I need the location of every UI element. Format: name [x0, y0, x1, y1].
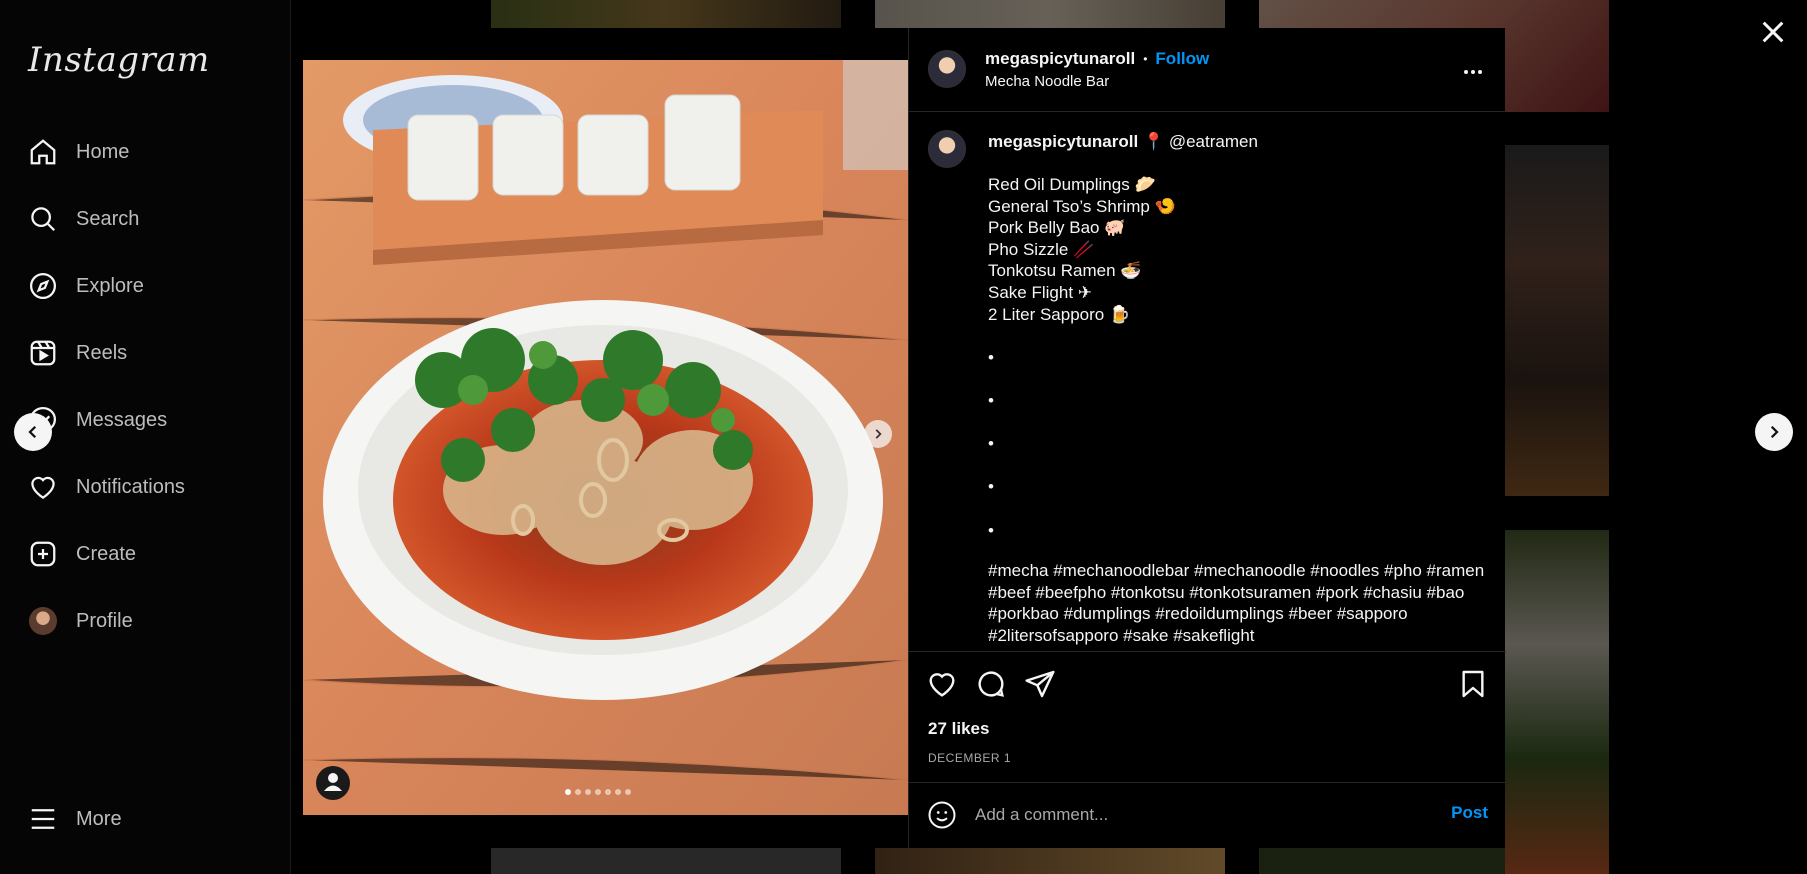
caption-line: Pork Belly Bao 🐖: [988, 218, 1126, 238]
caption-line: General Tso’s Shrimp 🍤: [988, 196, 1176, 216]
sidebar-item-notifications[interactable]: Notifications: [28, 467, 185, 507]
caption-line: •: [988, 347, 994, 367]
caption-mention[interactable]: 📍 @eatramen: [1143, 132, 1258, 151]
next-post-button[interactable]: [1755, 413, 1793, 451]
caption-line: [988, 412, 1488, 434]
caption-hashtags[interactable]: #mecha #mechanoodlebar #mechanoodle #noo…: [988, 560, 1488, 646]
comment-bar: Post: [909, 782, 1506, 847]
author-avatar[interactable]: [928, 50, 966, 88]
sidebar-item-label: Messages: [76, 408, 168, 431]
follow-button[interactable]: Follow: [1155, 49, 1209, 69]
compass-icon: [28, 271, 58, 301]
caption-line: Red Oil Dumplings 🥟: [988, 175, 1156, 194]
caption-body: Red Oil Dumplings 🥟 General Tso’s Shrimp…: [988, 174, 1488, 541]
more-options-button[interactable]: [1459, 58, 1487, 86]
sidebar-item-home[interactable]: Home: [28, 132, 129, 172]
chevron-left-icon: [28, 425, 37, 439]
caption-line: [988, 368, 1488, 390]
post-comment-button[interactable]: Post: [1451, 803, 1488, 823]
post-photo[interactable]: [303, 60, 908, 815]
chevron-right-icon: [875, 429, 882, 439]
close-button[interactable]: [1757, 16, 1789, 48]
carousel-dot: [625, 789, 631, 795]
likes-count[interactable]: 27 likes: [928, 719, 989, 739]
plus-square-icon: [28, 539, 58, 569]
sidebar-item-more[interactable]: More: [28, 799, 122, 839]
comment-input[interactable]: [975, 801, 1415, 829]
caption-line: •: [988, 477, 994, 497]
caption-line: Pho Sizzle 🥢: [988, 239, 1095, 259]
post-date: DECEMBER 1: [928, 751, 1012, 765]
sidebar-item-label: Notifications: [76, 475, 185, 498]
food-photo-illustration: [303, 60, 908, 815]
carousel-dot: [595, 789, 601, 795]
carousel-dot: [565, 789, 571, 795]
instagram-logo[interactable]: Instagram: [28, 40, 210, 80]
photo-next-button[interactable]: [864, 420, 892, 448]
caption-header: megaspicytunaroll 📍 @eatramen: [988, 132, 1258, 152]
caption-line: •: [988, 434, 994, 454]
caption-line: [988, 498, 1488, 520]
share-button[interactable]: [1024, 668, 1056, 700]
caption-author-avatar[interactable]: [928, 130, 966, 168]
bookmark-icon: [1462, 670, 1484, 698]
comment-button[interactable]: [975, 668, 1007, 700]
carousel-dot: [585, 789, 591, 795]
chevron-right-icon: [1770, 425, 1779, 439]
like-button[interactable]: [926, 668, 958, 700]
emoji-icon: [928, 801, 956, 829]
carousel-dot: [605, 789, 611, 795]
sidebar-item-label: Profile: [76, 609, 133, 632]
sidebar-item-reels[interactable]: Reels: [28, 333, 127, 373]
ellipsis-icon: [1464, 70, 1482, 74]
caption-line: Sake Flight ✈: [988, 282, 1093, 302]
sidebar-item-explore[interactable]: Explore: [28, 266, 144, 306]
caption-line: 2 Liter Sapporo 🍺: [988, 304, 1131, 324]
comment-icon: [978, 671, 1004, 697]
post-header: megaspicytunaroll • Follow Mecha Noodle …: [909, 28, 1506, 112]
save-button[interactable]: [1457, 668, 1489, 700]
sidebar-item-label: Reels: [76, 341, 128, 364]
close-icon: [1762, 21, 1784, 43]
separator-dot: •: [1143, 52, 1148, 66]
caption-line: Tonkotsu Ramen 🍜: [988, 261, 1142, 281]
sidebar-item-profile[interactable]: Profile: [28, 601, 133, 641]
search-icon: [28, 204, 58, 234]
sidebar-item-search[interactable]: Search: [28, 199, 139, 239]
sidebar-item-label: Explore: [76, 274, 144, 297]
menu-icon: [28, 804, 58, 834]
emoji-button[interactable]: [927, 800, 957, 830]
sidebar-item-label: More: [76, 807, 122, 830]
sidebar-item-label: Search: [76, 207, 140, 230]
caption-line: [988, 325, 1488, 347]
previous-post-button[interactable]: [14, 413, 52, 451]
sidebar-item-label: Create: [76, 542, 137, 565]
home-icon: [28, 137, 58, 167]
post-detail-panel: megaspicytunaroll • Follow Mecha Noodle …: [908, 28, 1506, 848]
post-location[interactable]: Mecha Noodle Bar: [985, 73, 1109, 90]
avatar-icon: [28, 606, 58, 636]
sidebar-item-create[interactable]: Create: [28, 534, 136, 574]
post-actions: 27 likes DECEMBER 1 Post: [909, 651, 1506, 846]
carousel-indicator: [565, 789, 631, 795]
carousel-dot: [615, 789, 621, 795]
sidebar-item-label: Home: [76, 140, 130, 163]
reels-icon: [28, 338, 58, 368]
author-username[interactable]: megaspicytunaroll: [985, 49, 1135, 69]
heart-icon: [28, 472, 58, 502]
paper-plane-icon: [1025, 670, 1055, 698]
caption-line: [988, 455, 1488, 477]
caption-line: •: [988, 390, 994, 410]
carousel-dot: [575, 789, 581, 795]
heart-icon: [929, 673, 955, 697]
caption-line: •: [988, 520, 994, 540]
caption-username[interactable]: megaspicytunaroll: [988, 132, 1138, 151]
